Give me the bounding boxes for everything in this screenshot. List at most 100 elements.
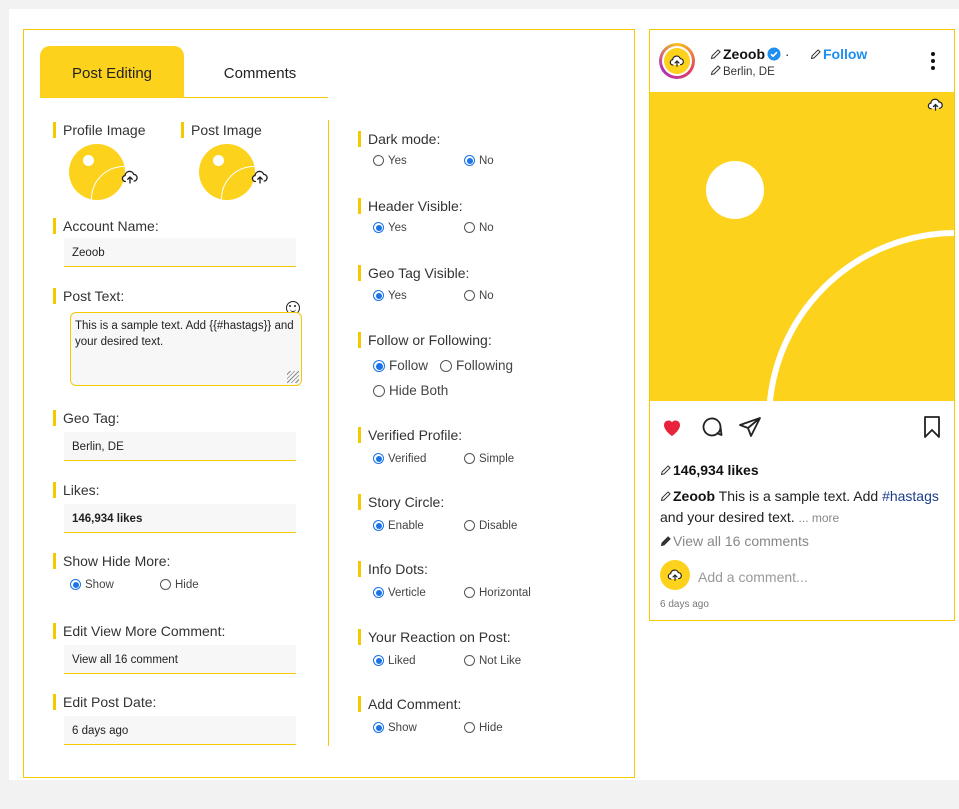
pencil-icon: [660, 491, 671, 502]
radio-following[interactable]: Following: [440, 358, 513, 373]
add-comment-input[interactable]: Add a comment...: [698, 569, 808, 585]
post-image-picker[interactable]: [199, 144, 271, 204]
post-image-label: Post Image: [181, 122, 262, 138]
post-date: 6 days ago: [660, 599, 709, 610]
pencil-icon: [660, 536, 671, 547]
preview-location[interactable]: Berlin, DE: [710, 64, 775, 78]
post-image-thumbnail: [199, 144, 255, 200]
radio-simple[interactable]: Simple: [464, 453, 514, 465]
radio-verified[interactable]: Verified: [373, 453, 426, 465]
add-comment-label: Add Comment:: [358, 696, 461, 712]
upload-icon[interactable]: [121, 168, 139, 186]
radio-hide-both[interactable]: Hide Both: [373, 383, 448, 398]
post-text-value: This is a sample text. Add {{#hastags}} …: [75, 320, 294, 348]
caption-username[interactable]: Zeoob: [673, 488, 715, 504]
upload-icon[interactable]: [669, 53, 685, 69]
upload-icon[interactable]: [251, 168, 269, 186]
radio-show[interactable]: Show: [70, 579, 114, 591]
radio-geo-yes[interactable]: Yes: [373, 290, 407, 302]
radio-follow[interactable]: Follow: [373, 358, 428, 373]
tab-bar: Post Editing Comments: [40, 46, 328, 98]
preview-username[interactable]: Zeoob ·: [710, 46, 790, 62]
profile-image-picker[interactable]: [69, 144, 141, 204]
radio-comment-show[interactable]: Show: [373, 722, 417, 734]
caption-text: This is a sample text. Add: [718, 488, 879, 504]
geo-tag-visible-label: Geo Tag Visible:: [358, 265, 469, 281]
pencil-icon: [710, 65, 721, 76]
follow-options-row1: Follow Following: [373, 358, 573, 375]
upload-icon[interactable]: [667, 567, 683, 583]
caption-text-end: and your desired text.: [660, 509, 795, 525]
header-visible-label: Header Visible:: [358, 198, 463, 214]
post-date-label: Edit Post Date:: [53, 694, 156, 710]
info-dots-options: Verticle Horizontal: [373, 587, 593, 601]
radio-header-no[interactable]: No: [464, 222, 494, 234]
view-more-comment-label: Edit View More Comment:: [53, 623, 225, 639]
likes-input[interactable]: 146,934 likes: [64, 504, 296, 533]
view-all-comments[interactable]: View all 16 comments: [660, 533, 809, 549]
verified-badge-icon: [767, 47, 781, 61]
more-options-icon[interactable]: [931, 52, 935, 70]
radio-verticle[interactable]: Verticle: [373, 587, 426, 599]
radio-liked[interactable]: Liked: [373, 655, 416, 667]
follow-button[interactable]: Follow: [810, 46, 867, 62]
verified-profile-options: Verified Simple: [373, 453, 573, 467]
dark-mode-label: Dark mode:: [358, 131, 440, 147]
dark-mode-options: Yes No: [373, 155, 573, 169]
profile-image-thumbnail: [69, 144, 125, 200]
reaction-options: Liked Not Like: [373, 655, 573, 669]
pencil-icon: [810, 49, 821, 60]
radio-horizontal[interactable]: Horizontal: [464, 587, 531, 599]
radio-dark-yes[interactable]: Yes: [373, 155, 407, 167]
bookmark-icon[interactable]: [920, 415, 944, 439]
commenter-avatar: [660, 560, 690, 590]
reaction-label: Your Reaction on Post:: [358, 629, 511, 645]
tab-comments[interactable]: Comments: [192, 46, 328, 98]
action-bar: [660, 415, 944, 441]
geo-tag-input[interactable]: Berlin, DE: [64, 432, 296, 461]
post-date-input[interactable]: 6 days ago: [64, 716, 296, 745]
radio-header-yes[interactable]: Yes: [373, 222, 407, 234]
post-text-label: Post Text:: [53, 288, 124, 304]
post-preview: Zeoob · Follow Berlin, DE 146,934 likes …: [649, 29, 955, 621]
post-text-input[interactable]: This is a sample text. Add {{#hastags}} …: [70, 312, 302, 386]
follow-or-following-label: Follow or Following:: [358, 332, 492, 348]
geo-tag-visible-options: Yes No: [373, 290, 573, 304]
resize-handle[interactable]: [287, 371, 299, 383]
upload-icon[interactable]: [927, 96, 944, 113]
follow-options-row2: Hide Both: [373, 383, 573, 400]
story-avatar[interactable]: [659, 43, 695, 79]
radio-dark-no[interactable]: No: [464, 155, 494, 167]
post-image: [650, 92, 954, 401]
pencil-icon: [710, 49, 721, 60]
info-dots-label: Info Dots:: [358, 561, 428, 577]
account-name-input[interactable]: Zeoob: [64, 238, 296, 267]
comment-icon[interactable]: [700, 415, 724, 439]
profile-image-label: Profile Image: [53, 122, 145, 138]
tab-post-editing[interactable]: Post Editing: [40, 46, 184, 98]
story-circle-options: Enable Disable: [373, 520, 573, 534]
show-hide-more-options: Show Hide: [70, 579, 270, 593]
add-comment-options: Show Hide: [373, 722, 573, 736]
radio-comment-hide[interactable]: Hide: [464, 722, 503, 734]
radio-enable[interactable]: Enable: [373, 520, 424, 532]
caption: Zeoob This is a sample text. Add #hastag…: [660, 486, 950, 529]
radio-hide[interactable]: Hide: [160, 579, 199, 591]
radio-disable[interactable]: Disable: [464, 520, 517, 532]
account-name-label: Account Name:: [53, 218, 159, 234]
likes-count[interactable]: 146,934 likes: [660, 462, 759, 478]
pencil-icon: [660, 465, 671, 476]
separator: ·: [784, 46, 790, 62]
radio-geo-no[interactable]: No: [464, 290, 494, 302]
verified-profile-label: Verified Profile:: [358, 427, 462, 443]
caption-hashtag[interactable]: #hastags: [882, 488, 939, 504]
editor-panel: Post Editing Comments Profile Image Post…: [23, 29, 635, 778]
story-circle-label: Story Circle:: [358, 494, 444, 510]
radio-not-like[interactable]: Not Like: [464, 655, 521, 667]
view-more-comment-input[interactable]: View all 16 comment: [64, 645, 296, 674]
geo-tag-label: Geo Tag:: [53, 410, 120, 426]
share-icon[interactable]: [738, 415, 762, 439]
more-link[interactable]: ... more: [799, 511, 840, 525]
column-divider: [328, 120, 329, 746]
heart-icon[interactable]: [660, 415, 684, 439]
